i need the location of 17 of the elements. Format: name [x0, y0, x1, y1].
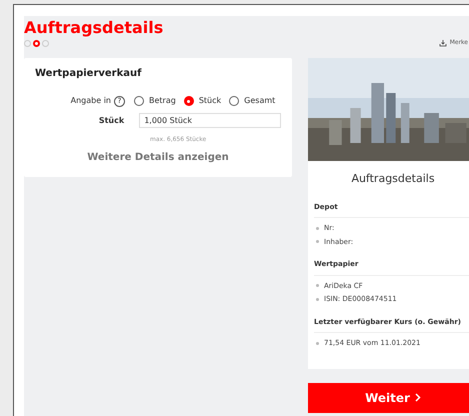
bullet-icon: [316, 298, 319, 301]
more-details-link[interactable]: Weitere Details anzeigen: [87, 150, 229, 165]
next-button[interactable]: Weiter: [308, 382, 469, 412]
radio-option[interactable]: Betrag: [134, 95, 176, 107]
field-label: Stück: [98, 114, 124, 126]
chevron-icon: [414, 393, 421, 402]
page-title: Auftragsdetails: [24, 18, 164, 38]
bullet-icon: [316, 226, 319, 230]
radio-option[interactable]: Stück: [184, 95, 222, 107]
field-label: Angabe in: [70, 95, 111, 107]
summary-title: Auftragsdetails: [350, 171, 436, 187]
bullet-icon: [316, 284, 319, 288]
radio-option[interactable]: Gesamt: [229, 95, 276, 107]
bullet-icon: [316, 240, 319, 244]
card-title: Wertpapierverkauf: [35, 67, 142, 81]
bullet-icon: [316, 342, 319, 345]
input-field[interactable]: 1,000 Stück: [139, 113, 281, 128]
